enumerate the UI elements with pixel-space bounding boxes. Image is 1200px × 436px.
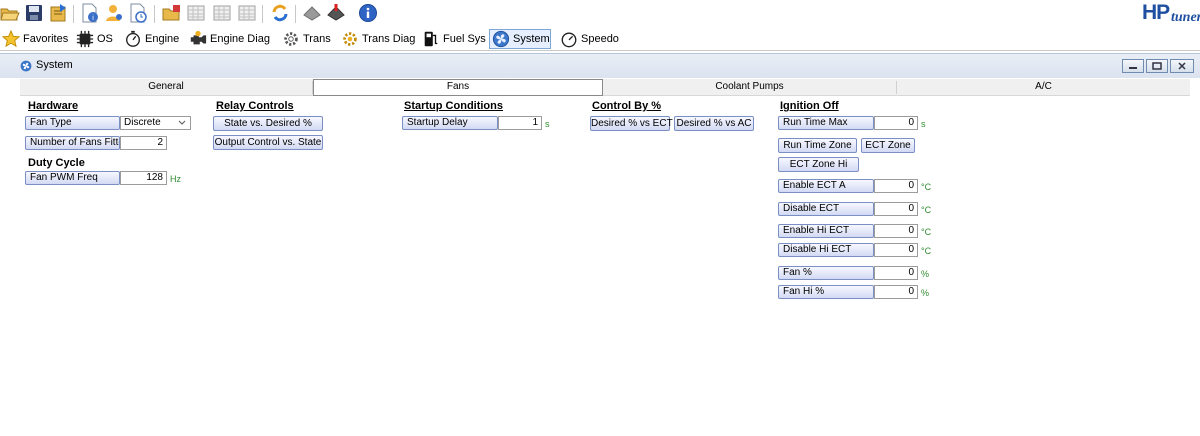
run-time-zone-button[interactable]: Run Time Zone <box>778 138 857 153</box>
close-icon <box>1178 62 1186 70</box>
disable-ect-input[interactable]: 0 <box>874 202 918 216</box>
chip-read-icon[interactable] <box>302 3 322 23</box>
desired-vs-ac-button[interactable]: Desired % vs AC <box>674 116 754 131</box>
fan-type-label: Fan Type <box>25 116 120 130</box>
percent-unit: % <box>921 269 930 279</box>
restore-button[interactable] <box>1146 59 1168 73</box>
hp-tuners-logo: HPtuners <box>1142 2 1200 25</box>
info-icon[interactable] <box>358 3 378 23</box>
nav-trans[interactable]: Trans <box>280 29 335 49</box>
fan-hi-percent-label: Fan Hi % <box>778 285 874 299</box>
seconds-unit: s <box>545 119 550 129</box>
restore-icon <box>1152 62 1162 70</box>
system-editor-window: System General Fans Coolant Pumps A/C Ha… <box>0 53 1200 436</box>
chip-write-icon[interactable] <box>326 3 346 23</box>
save-icon[interactable] <box>24 3 44 23</box>
duty-cycle-heading: Duty Cycle <box>28 157 85 169</box>
hz-unit: Hz <box>170 174 181 184</box>
save-as-icon[interactable] <box>48 3 68 23</box>
editor-tabs: General Fans Coolant Pumps A/C <box>20 79 1190 96</box>
nav-engine-diag[interactable]: Engine Diag <box>187 29 274 49</box>
relay-controls-heading: Relay Controls <box>216 100 294 112</box>
chevron-down-icon <box>178 120 186 125</box>
gear-warning-icon <box>343 32 357 46</box>
nav-trans-diag[interactable]: Trans Diag <box>339 29 419 49</box>
table-compare-icon[interactable] <box>212 3 232 23</box>
fan-type-value: Discrete <box>124 117 161 128</box>
control-by-percent-heading: Control By % <box>592 100 662 112</box>
fan-percent-label: Fan % <box>778 266 874 280</box>
fan-pwm-freq-input[interactable]: 128 <box>120 171 167 185</box>
fan-icon <box>492 30 510 48</box>
minimize-icon <box>1129 67 1137 69</box>
chip-icon <box>76 30 94 48</box>
fan-icon <box>20 60 32 72</box>
hardware-heading: Hardware <box>28 100 79 112</box>
window-title: System <box>36 59 73 71</box>
main-toolbar: i HPtuners <box>0 0 1200 28</box>
fan-hi-percent-input[interactable]: 0 <box>874 285 918 299</box>
ignition-off-heading: Ignition Off <box>780 100 839 112</box>
stopwatch-icon <box>126 30 140 47</box>
ect-zone-hi-button[interactable]: ECT Zone Hi <box>778 157 859 172</box>
seconds-unit: s <box>921 119 926 129</box>
tab-general[interactable]: General <box>20 80 312 95</box>
open-folder-icon[interactable] <box>0 3 20 23</box>
window-titlebar[interactable]: System <box>0 54 1200 78</box>
tab-coolant-pumps[interactable]: Coolant Pumps <box>604 80 895 95</box>
gear-icon <box>284 32 298 46</box>
speedometer-icon <box>561 32 577 48</box>
celsius-unit: °C <box>921 246 932 256</box>
fan-type-select[interactable]: Discrete <box>120 116 191 130</box>
startup-delay-label: Startup Delay <box>402 116 498 130</box>
tab-fans[interactable]: Fans <box>313 79 603 96</box>
startup-conditions-heading: Startup Conditions <box>404 100 503 112</box>
ect-zone-button[interactable]: ECT Zone <box>861 138 915 153</box>
enable-ect-a-label: Enable ECT A <box>778 179 874 193</box>
fans-tab-content: Hardware Fan Type Discrete Number of Fan… <box>20 96 1190 436</box>
sync-icon[interactable] <box>270 3 290 23</box>
nav-fuel-sys[interactable]: Fuel Sys <box>420 29 490 49</box>
run-time-max-label: Run Time Max <box>778 116 874 130</box>
nav-os[interactable]: OS <box>74 29 117 49</box>
celsius-unit: °C <box>921 205 932 215</box>
state-vs-desired-button[interactable]: State vs. Desired % <box>213 116 323 131</box>
nav-system[interactable]: System <box>489 29 551 49</box>
enable-hi-ect-label: Enable Hi ECT <box>778 224 874 238</box>
celsius-unit: °C <box>921 182 932 192</box>
file-clock-icon[interactable] <box>128 3 148 23</box>
percent-unit: % <box>921 288 930 298</box>
folder-edit-icon[interactable] <box>162 3 182 23</box>
output-control-vs-state-button[interactable]: Output Control vs. State <box>213 135 323 150</box>
toolbar-divider <box>0 50 1200 51</box>
nav-engine[interactable]: Engine <box>122 29 183 49</box>
table-edit-icon[interactable] <box>237 3 257 23</box>
close-button[interactable] <box>1170 59 1194 73</box>
fan-percent-input[interactable]: 0 <box>874 266 918 280</box>
engine-icon <box>190 30 207 45</box>
disable-hi-ect-input[interactable]: 0 <box>874 243 918 257</box>
nav-favorites[interactable]: Favorites <box>0 29 72 49</box>
disable-hi-ect-label: Disable Hi ECT <box>778 243 874 257</box>
fuel-pump-icon <box>424 31 438 47</box>
star-icon <box>2 30 20 48</box>
minimize-button[interactable] <box>1122 59 1144 73</box>
desired-vs-ect-button[interactable]: Desired % vs ECT <box>590 116 673 131</box>
run-time-max-input[interactable]: 0 <box>874 116 918 130</box>
celsius-unit: °C <box>921 227 932 237</box>
nav-speedo[interactable]: Speedo <box>558 29 623 49</box>
table-icon[interactable] <box>186 3 206 23</box>
disable-ect-label: Disable ECT <box>778 202 874 216</box>
startup-delay-input[interactable]: 1 <box>498 116 542 130</box>
file-info-icon[interactable]: i <box>80 3 100 23</box>
fans-fitted-input[interactable]: 2 <box>120 136 167 150</box>
user-key-icon[interactable] <box>104 3 124 23</box>
window-controls <box>1122 59 1194 73</box>
enable-hi-ect-input[interactable]: 0 <box>874 224 918 238</box>
tab-ac[interactable]: A/C <box>897 80 1190 95</box>
fan-pwm-freq-label: Fan PWM Freq <box>25 171 120 185</box>
enable-ect-a-input[interactable]: 0 <box>874 179 918 193</box>
editor-nav-bar: Favorites OS Engine Engine Diag Trans Tr… <box>0 28 1200 50</box>
fans-fitted-label: Number of Fans Fitted <box>25 136 120 150</box>
